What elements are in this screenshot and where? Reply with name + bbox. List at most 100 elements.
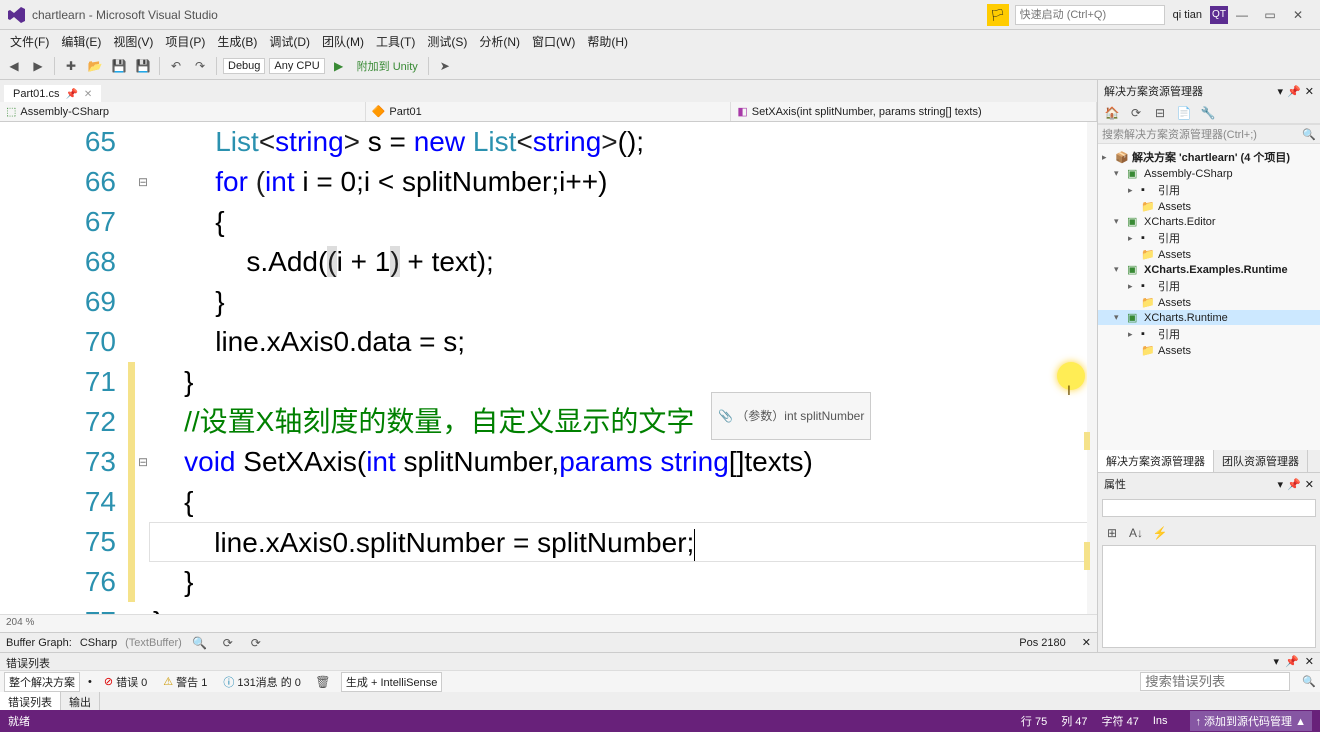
error-scope-dropdown[interactable]: 整个解决方案 [4, 672, 80, 692]
clear-icon[interactable]: 🗑 [313, 672, 333, 692]
dropdown-icon[interactable]: ▾ [1274, 655, 1280, 668]
properties-icon[interactable]: 🔧 [1198, 103, 1218, 123]
add-source-control-button[interactable]: ↑ 添加到源代码管理 ▲ [1190, 711, 1313, 731]
document-tabs: Part01.cs 📌 ✕ [0, 80, 1097, 102]
pin-icon[interactable]: 📌 [1287, 478, 1301, 491]
quick-launch-input[interactable] [1015, 5, 1165, 25]
intellisense-tooltip: 📎 （参数）int splitNumber [711, 392, 871, 440]
menu-team[interactable]: 团队(M) [316, 31, 370, 52]
tab-error-list[interactable]: 错误列表 [0, 692, 61, 710]
save-icon[interactable]: 💾 [109, 56, 129, 76]
menu-analyze[interactable]: 分析(N) [473, 31, 526, 52]
status-bar: 就绪 行 75 列 47 字符 47 Ins ↑ 添加到源代码管理 ▲ [0, 710, 1320, 732]
play-icon[interactable]: ▶ [329, 56, 349, 76]
save-all-icon[interactable]: 💾 [133, 56, 153, 76]
errors-filter[interactable]: ⊘错误 0 [100, 673, 151, 691]
dropdown-icon[interactable]: ▾ [1278, 478, 1284, 491]
menu-project[interactable]: 项目(P) [159, 31, 211, 52]
tab-team-explorer[interactable]: 团队资源管理器 [1214, 450, 1308, 472]
window-title: chartlearn - Microsoft Visual Studio [32, 8, 218, 22]
undo-icon[interactable]: ↶ [166, 56, 186, 76]
tab-solution-explorer[interactable]: 解决方案资源管理器 [1098, 450, 1214, 472]
menu-test[interactable]: 测试(S) [421, 31, 473, 52]
events-icon[interactable]: ⚡ [1150, 523, 1170, 543]
fold-toggle-icon[interactable]: ⊟ [135, 442, 151, 482]
status-line: 行 75 [1021, 713, 1047, 729]
messages-filter[interactable]: ⓘ131消息 的 0 [219, 673, 305, 691]
show-all-icon[interactable]: 📄 [1174, 103, 1194, 123]
output-tabs: 错误列表 输出 [0, 692, 1320, 710]
close-icon[interactable]: ✕ [1305, 85, 1314, 98]
status-ready: 就绪 [8, 713, 30, 729]
code-text[interactable]: List<string> s = new List<string>(); for… [151, 122, 1097, 614]
home-icon[interactable]: 🏠 [1102, 103, 1122, 123]
config-dropdown[interactable]: Debug [223, 58, 265, 74]
nav-back-icon[interactable]: ◀ [4, 56, 24, 76]
error-search-input[interactable] [1140, 672, 1290, 691]
buffer-icon[interactable]: ⟳ [218, 633, 238, 653]
toolbar: ◀ ▶ ✚ 📂 💾 💾 ↶ ↷ Debug Any CPU ▶ 附加到 Unit… [0, 52, 1320, 80]
pin-icon[interactable]: 📌 [1287, 85, 1301, 98]
notification-flag-icon[interactable]: 🏳 [987, 4, 1009, 26]
user-name[interactable]: qi tian [1173, 9, 1202, 21]
menu-bar: 文件(F) 编辑(E) 视图(V) 项目(P) 生成(B) 调试(D) 团队(M… [0, 30, 1320, 52]
build-intellisense-dropdown[interactable]: 生成 + IntelliSense [341, 672, 442, 692]
tab-output[interactable]: 输出 [61, 692, 100, 710]
nav-fwd-icon[interactable]: ▶ [28, 56, 48, 76]
solution-tree[interactable]: ▸📦解决方案 'chartlearn' (4 个项目) ▾▣Assembly-C… [1098, 144, 1320, 450]
properties-pane: 属性▾📌✕ ⊞ A↓ ⚡ [1098, 472, 1320, 652]
menu-help[interactable]: 帮助(H) [581, 31, 634, 52]
step-icon[interactable]: ➤ [435, 56, 455, 76]
close-icon[interactable]: ✕ [1305, 655, 1314, 668]
buffer-icon[interactable]: 🔍 [190, 633, 210, 653]
code-editor[interactable]: 656667 686970 717273 7475 7677 ⊟ ⊟ List<… [0, 122, 1097, 614]
solution-search-input[interactable]: 搜索解决方案资源管理器(Ctrl+;)🔍 [1098, 124, 1320, 144]
close-icon[interactable]: ✕ [1082, 636, 1091, 649]
open-icon[interactable]: 📂 [85, 56, 105, 76]
menu-view[interactable]: 视图(V) [107, 31, 159, 52]
menu-file[interactable]: 文件(F) [4, 31, 55, 52]
titlebar: chartlearn - Microsoft Visual Studio 🏳 q… [0, 0, 1320, 30]
position-label: Pos 2180 [1019, 637, 1065, 649]
editor-column: Part01.cs 📌 ✕ ⬚Assembly-CSharp 🔶Part01 ◧… [0, 80, 1097, 652]
alpha-sort-icon[interactable]: A↓ [1126, 523, 1146, 543]
nav-project-dropdown[interactable]: ⬚Assembly-CSharp [0, 102, 366, 121]
dropdown-icon[interactable]: ▾ [1278, 85, 1284, 98]
menu-build[interactable]: 生成(B) [211, 31, 263, 52]
avatar[interactable]: QT [1210, 6, 1228, 24]
status-col: 列 47 [1061, 713, 1087, 729]
warnings-filter[interactable]: ⚠警告 1 [159, 673, 211, 691]
menu-edit[interactable]: 编辑(E) [55, 31, 107, 52]
menu-tools[interactable]: 工具(T) [370, 31, 421, 52]
tab-close-icon[interactable]: ✕ [84, 89, 92, 100]
close-icon[interactable]: ✕ [1284, 8, 1312, 22]
pin-icon[interactable]: 📌 [65, 89, 77, 100]
new-project-icon[interactable]: ✚ [61, 56, 81, 76]
file-tab-label: Part01.cs [13, 88, 59, 100]
attach-unity-button[interactable]: 附加到 Unity [353, 57, 422, 75]
menu-debug[interactable]: 调试(D) [263, 31, 316, 52]
nav-method-dropdown[interactable]: ◧SetXAxis(int splitNumber, params string… [731, 102, 1097, 121]
close-icon[interactable]: ✕ [1305, 478, 1314, 491]
minimize-icon[interactable]: — [1228, 8, 1256, 22]
pin-icon[interactable]: 📌 [1285, 655, 1299, 668]
right-panel: 解决方案资源管理器 ▾ 📌 ✕ 🏠 ⟳ ⊟ 📄 🔧 搜索解决方案资源管理器(Ct… [1097, 80, 1320, 652]
navigation-bar: ⬚Assembly-CSharp 🔶Part01 ◧SetXAxis(int s… [0, 102, 1097, 122]
property-object-dropdown[interactable] [1102, 499, 1316, 517]
error-list-title: 错误列表 [6, 655, 50, 668]
buffer-icon[interactable]: ⟳ [246, 633, 266, 653]
maximize-icon[interactable]: ▭ [1256, 8, 1284, 22]
platform-dropdown[interactable]: Any CPU [269, 58, 324, 74]
refresh-icon[interactable]: ⟳ [1126, 103, 1146, 123]
right-tabs: 解决方案资源管理器 团队资源管理器 [1098, 450, 1320, 472]
tree-item-selected: ▾▣XCharts.Runtime [1098, 310, 1320, 325]
scroll-map[interactable] [1087, 122, 1097, 614]
file-tab-part01[interactable]: Part01.cs 📌 ✕ [4, 85, 101, 102]
collapse-icon[interactable]: ⊟ [1150, 103, 1170, 123]
zoom-indicator[interactable]: 204 % [0, 614, 1097, 632]
fold-toggle-icon[interactable]: ⊟ [135, 162, 151, 202]
redo-icon[interactable]: ↷ [190, 56, 210, 76]
categorize-icon[interactable]: ⊞ [1102, 523, 1122, 543]
menu-window[interactable]: 窗口(W) [526, 31, 581, 52]
nav-class-dropdown[interactable]: 🔶Part01 [366, 102, 732, 121]
